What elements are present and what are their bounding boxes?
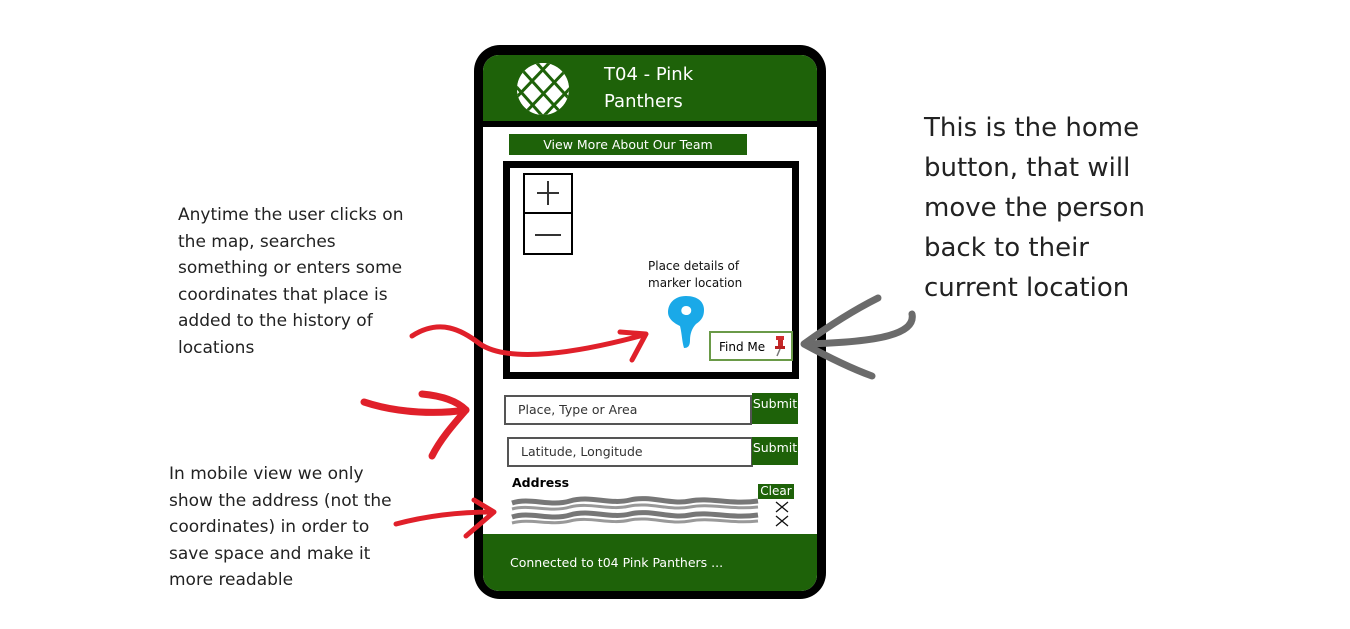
- arrow-icon: [463, 497, 497, 539]
- arrow-icon: [409, 324, 643, 357]
- arrow-icon: [418, 390, 470, 460]
- arrow-icon: [393, 509, 495, 527]
- annotation-arrows: [360, 294, 916, 539]
